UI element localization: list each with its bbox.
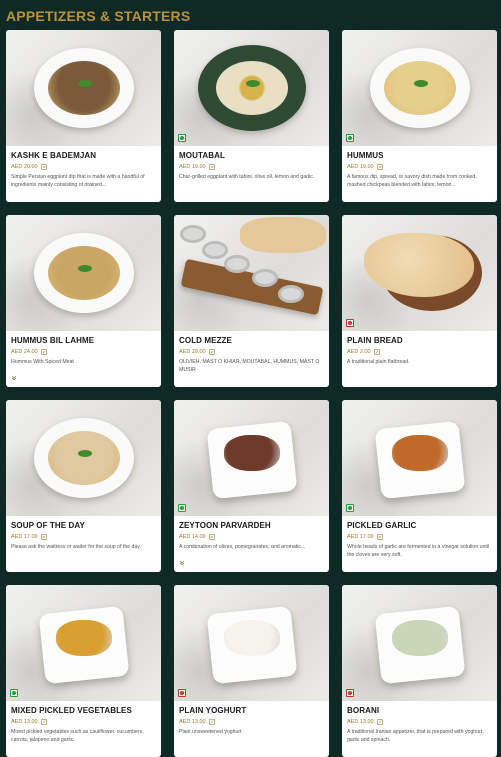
- item-price: AED 19.00: [347, 164, 374, 170]
- item-price: AED 13.00: [11, 719, 38, 725]
- nonveg-marker-icon: [346, 689, 354, 697]
- veg-marker-icon: [178, 134, 186, 142]
- nonveg-marker-icon: [346, 319, 354, 327]
- item-price: AED 2.00: [347, 349, 371, 355]
- item-name: MOUTABAL: [179, 151, 225, 160]
- item-price-row: AED 13.00: [179, 719, 215, 725]
- veg-marker-icon: [346, 134, 354, 142]
- item-name: HUMMUS BIL LAHME: [11, 336, 95, 345]
- item-description: A traditional plain flatbread.: [347, 359, 410, 365]
- item-name: COLD MEZZE: [179, 336, 232, 345]
- veg-marker-icon: [178, 504, 186, 512]
- item-price-row: AED 14.00: [179, 534, 215, 540]
- edit-icon[interactable]: [208, 164, 215, 170]
- food-photo: [6, 30, 161, 146]
- menu-item-card[interactable]: BORANI AED 13.00 A traditional Iranian app…: [342, 585, 497, 757]
- item-description: A combination of olives, pomegranates, a…: [179, 544, 306, 550]
- item-description: A traditional Iranian appetizer, that is…: [347, 729, 484, 743]
- food-photo: [174, 400, 329, 516]
- nonveg-marker-icon: [178, 689, 186, 697]
- item-name: PICKLED GARLIC: [347, 521, 417, 530]
- item-price-row: AED 19.00: [347, 164, 383, 170]
- menu-grid: KASHK E BADEMJAN AED 20.00 Simple Persian …: [6, 30, 497, 757]
- menu-item-card[interactable]: MOUTABAL AED 19.00 Char-grilled eggplant w…: [174, 30, 329, 202]
- item-description: Please ask the waitress or waiter for th…: [11, 544, 141, 550]
- food-photo: [342, 400, 497, 516]
- item-price: AED 14.00: [179, 534, 206, 540]
- chevron-down-icon[interactable]: [179, 560, 185, 568]
- edit-icon[interactable]: [40, 349, 47, 355]
- edit-icon[interactable]: [208, 719, 215, 725]
- menu-item-card[interactable]: ZEYTOON PARVARDEH AED 14.00 A combination …: [174, 400, 329, 572]
- menu-item-card[interactable]: PLAIN BREAD AED 2.00 A traditional plain f…: [342, 215, 497, 387]
- food-photo: [174, 30, 329, 146]
- item-price: AED 19.00: [179, 164, 206, 170]
- item-name: PLAIN YOGHURT: [179, 706, 247, 715]
- item-price: AED 20.00: [11, 164, 38, 170]
- food-photo: [174, 585, 329, 701]
- edit-icon[interactable]: [208, 349, 215, 355]
- edit-icon[interactable]: [208, 534, 215, 540]
- item-name: BORANI: [347, 706, 380, 715]
- edit-icon[interactable]: [40, 719, 47, 725]
- item-price-row: AED 29.00: [179, 349, 215, 355]
- item-price-row: AED 20.00: [11, 164, 47, 170]
- item-price: AED 13.00: [347, 719, 374, 725]
- edit-icon[interactable]: [376, 534, 383, 540]
- menu-item-card[interactable]: COLD MEZZE AED 29.00 OLIVIEH, MAST O KHIAR…: [174, 215, 329, 387]
- food-photo: [174, 215, 329, 331]
- food-photo: [6, 585, 161, 701]
- item-name: PLAIN BREAD: [347, 336, 403, 345]
- item-price-row: AED 13.00: [11, 719, 47, 725]
- item-description: A famous dip, spread, or savory dish mad…: [347, 174, 477, 188]
- item-description: Hummus With Spiced Meat: [11, 359, 74, 365]
- item-price-row: AED 17.00: [347, 534, 383, 540]
- item-name: SOUP OF THE DAY: [11, 521, 85, 530]
- item-name: ZEYTOON PARVARDEH: [179, 521, 271, 530]
- menu-item-card[interactable]: HUMMUS AED 19.00 A famous dip, spread, or …: [342, 30, 497, 202]
- veg-marker-icon: [10, 689, 18, 697]
- item-price: AED 17.00: [11, 534, 38, 540]
- edit-icon[interactable]: [40, 164, 47, 170]
- item-price: AED 29.00: [179, 349, 206, 355]
- item-description: Mixed pickled vegetables such as caulifl…: [11, 729, 144, 743]
- item-name: MIXED PICKLED VEGETABLES: [11, 706, 132, 715]
- item-price: AED 24.00: [11, 349, 38, 355]
- food-photo: [6, 215, 161, 331]
- menu-item-card[interactable]: PLAIN YOGHURT AED 13.00 Plain unsweetened …: [174, 585, 329, 757]
- food-photo: [342, 585, 497, 701]
- menu-item-card[interactable]: SOUP OF THE DAY AED 17.00 Please ask the w…: [6, 400, 161, 572]
- food-photo: [342, 215, 497, 331]
- item-name: HUMMUS: [347, 151, 384, 160]
- item-name: KASHK E BADEMJAN: [11, 151, 97, 160]
- edit-icon[interactable]: [40, 534, 47, 540]
- item-price-row: AED 19.00: [179, 164, 215, 170]
- edit-icon[interactable]: [376, 719, 383, 725]
- menu-item-card[interactable]: PICKLED GARLIC AED 17.00 Whole heads of ga…: [342, 400, 497, 572]
- item-description: OLIVIEH, MAST O KHIAR, MOUTABAL, HUMMUS,…: [179, 359, 320, 373]
- item-price-row: AED 2.00: [347, 349, 380, 355]
- section-title: APPETIZERS & STARTERS: [6, 8, 191, 24]
- veg-marker-icon: [346, 504, 354, 512]
- food-photo: [6, 400, 161, 516]
- item-description: Simple Persian eggplant dip that is made…: [11, 174, 145, 188]
- item-description: Plain unsweetened yoghurt: [179, 729, 242, 735]
- item-price: AED 13.00: [179, 719, 206, 725]
- edit-icon[interactable]: [373, 349, 380, 355]
- food-photo: [342, 30, 497, 146]
- item-price-row: AED 17.00: [11, 534, 47, 540]
- item-price: AED 17.00: [347, 534, 374, 540]
- edit-icon[interactable]: [376, 164, 383, 170]
- menu-item-card[interactable]: KASHK E BADEMJAN AED 20.00 Simple Persian …: [6, 30, 161, 202]
- item-description: Whole heads of garlic are fermented in a…: [347, 544, 490, 558]
- menu-item-card[interactable]: HUMMUS BIL LAHME AED 24.00 Hummus With Spi…: [6, 215, 161, 387]
- menu-item-card[interactable]: MIXED PICKLED VEGETABLES AED 13.00 Mixed p…: [6, 585, 161, 757]
- chevron-down-icon[interactable]: [11, 375, 17, 383]
- item-price-row: AED 24.00: [11, 349, 47, 355]
- item-description: Char-grilled eggplant with tahini, olive…: [179, 174, 315, 180]
- item-price-row: AED 13.00: [347, 719, 383, 725]
